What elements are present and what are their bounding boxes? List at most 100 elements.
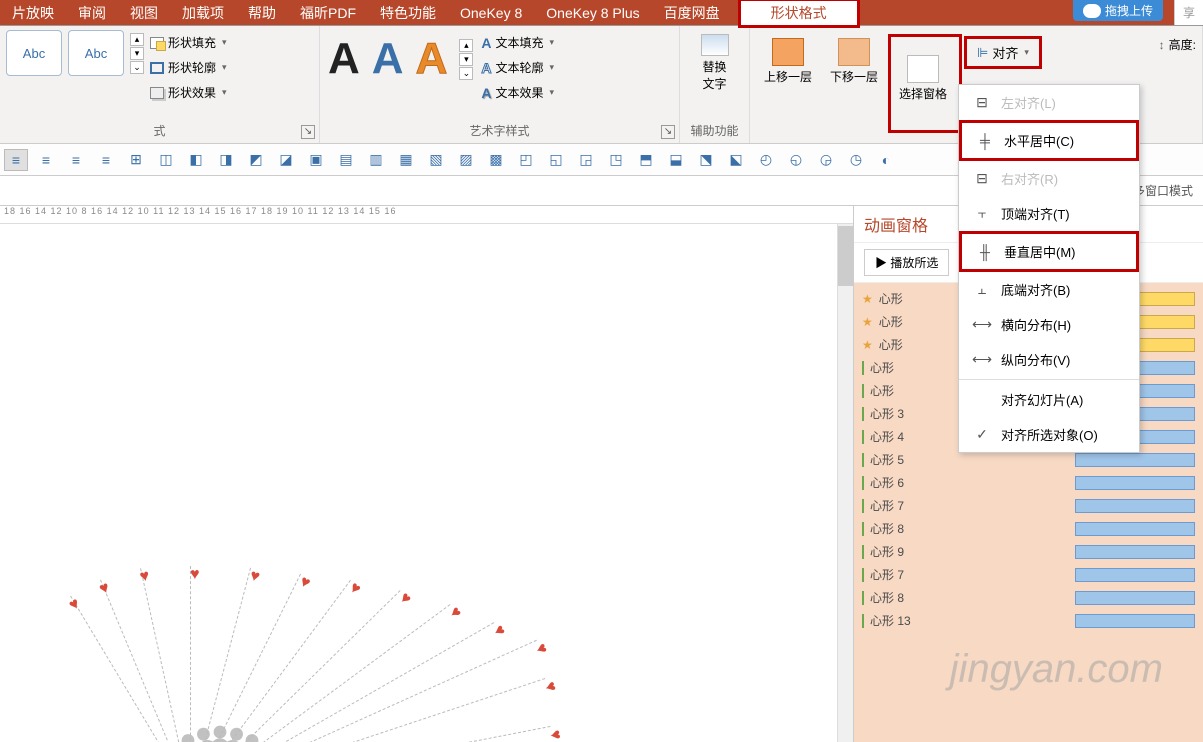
heart-shape[interactable]: ♥ <box>545 729 564 742</box>
animation-item[interactable]: 心形 8 <box>854 586 1203 609</box>
text-outline-button[interactable]: A文本轮廓▾ <box>481 57 554 78</box>
wordart-preset-3[interactable]: A <box>416 34 448 84</box>
tool-align-center[interactable]: ≡ <box>34 149 58 171</box>
shape-effects-button[interactable]: 形状效果▾ <box>150 82 227 103</box>
align-to-slide[interactable]: 对齐幻灯片(A) <box>959 382 1139 417</box>
drag-upload-button[interactable]: 拖拽上传 <box>1073 0 1163 21</box>
tool-22[interactable]: ⬓ <box>664 149 688 171</box>
shape-outline-button[interactable]: 形状轮廓▾ <box>150 57 227 78</box>
gallery-up-icon[interactable]: ▴ <box>130 33 144 46</box>
wordart-preset-2[interactable]: A <box>372 34 404 84</box>
tab-slideshow[interactable]: 片放映 <box>0 0 66 27</box>
tool-21[interactable]: ⬒ <box>634 149 658 171</box>
shape-fill-button[interactable]: 形状填充▾ <box>150 32 227 53</box>
align-top[interactable]: ⫟顶端对齐(T) <box>959 196 1139 231</box>
tool-10[interactable]: ▣ <box>304 149 328 171</box>
alt-text-button[interactable]: 替换 文字 <box>693 30 737 96</box>
tab-shape-format[interactable]: 形状格式 <box>738 0 860 28</box>
anim-timeline-bar[interactable] <box>1075 614 1195 628</box>
gallery-down-icon[interactable]: ▾ <box>459 53 473 66</box>
animation-item[interactable]: 心形 8 <box>854 517 1203 540</box>
distribute-h[interactable]: ⟷横向分布(H) <box>959 307 1139 342</box>
tool-5[interactable]: ◫ <box>154 149 178 171</box>
tool-20[interactable]: ◳ <box>604 149 628 171</box>
anim-timeline-bar[interactable] <box>1075 499 1195 513</box>
scrollbar-vertical[interactable] <box>837 224 853 742</box>
tab-review[interactable]: 审阅 <box>66 0 118 27</box>
tab-onekey8[interactable]: OneKey 8 <box>448 1 534 25</box>
tab-foxit[interactable]: 福昕PDF <box>288 0 368 27</box>
wordart-preset-1[interactable]: A <box>328 34 360 84</box>
animation-item[interactable]: 心形 6 <box>854 471 1203 494</box>
tool-7[interactable]: ◨ <box>214 149 238 171</box>
align-to-selected[interactable]: ✓对齐所选对象(O) <box>959 417 1139 452</box>
align-left[interactable]: ⊟左对齐(L) <box>959 85 1139 120</box>
selection-pane-button[interactable]: 选择窗格 <box>899 55 947 102</box>
anim-timeline-bar[interactable] <box>1075 568 1195 582</box>
tool-16[interactable]: ▩ <box>484 149 508 171</box>
start-with-prev-icon <box>862 522 864 536</box>
style-preset-1[interactable]: Abc <box>6 30 62 76</box>
tool-14[interactable]: ▧ <box>424 149 448 171</box>
tab-addins[interactable]: 加载项 <box>170 0 236 27</box>
anim-timeline-bar[interactable] <box>1075 591 1195 605</box>
tool-align-left[interactable]: ≡ <box>4 149 28 171</box>
anim-timeline-bar[interactable] <box>1075 545 1195 559</box>
heart-shape[interactable]: ♥ <box>540 680 560 695</box>
align-center-h[interactable]: ╪水平居中(C) <box>959 120 1139 161</box>
play-selected-button[interactable]: ▶ 播放所选 <box>864 249 949 276</box>
align-middle-v[interactable]: ╫垂直居中(M) <box>959 231 1139 272</box>
mandala-cluster[interactable] <box>140 716 300 742</box>
tool-18[interactable]: ◱ <box>544 149 568 171</box>
scroll-thumb[interactable] <box>838 226 853 286</box>
align-bottom[interactable]: ⫠底端对齐(B) <box>959 272 1139 307</box>
text-fill-icon: A <box>481 35 491 51</box>
animation-item[interactable]: 心形 7 <box>854 494 1203 517</box>
tool-19[interactable]: ◲ <box>574 149 598 171</box>
send-backward-button[interactable]: 下移一层 <box>822 34 886 89</box>
anim-timeline-bar[interactable] <box>1075 522 1195 536</box>
tab-onekey8plus[interactable]: OneKey 8 Plus <box>534 1 651 25</box>
tab-baidu[interactable]: 百度网盘 <box>652 0 732 27</box>
tool-15[interactable]: ▨ <box>454 149 478 171</box>
style-preset-2[interactable]: Abc <box>68 30 124 76</box>
wordart-gallery[interactable]: A A A ▴ ▾ ⌄ <box>326 30 475 88</box>
tab-special[interactable]: 特色功能 <box>368 0 448 27</box>
gallery-down-icon[interactable]: ▾ <box>130 47 144 60</box>
tool-8[interactable]: ◩ <box>244 149 268 171</box>
tool-23[interactable]: ⬔ <box>694 149 718 171</box>
anim-timeline-bar[interactable] <box>1075 453 1195 467</box>
tool-6[interactable]: ◧ <box>184 149 208 171</box>
tool-17[interactable]: ◰ <box>514 149 538 171</box>
distribute-v[interactable]: ⟷纵向分布(V) <box>959 342 1139 377</box>
tool-align-justify[interactable]: ≡ <box>94 149 118 171</box>
text-effects-button[interactable]: A文本效果▾ <box>481 82 554 103</box>
share-button[interactable]: 享 <box>1174 0 1203 25</box>
tool-12[interactable]: ▥ <box>364 149 388 171</box>
tool-9[interactable]: ◪ <box>274 149 298 171</box>
animation-item[interactable]: 心形 13 <box>854 609 1203 632</box>
tab-view[interactable]: 视图 <box>118 0 170 27</box>
tool-align-right[interactable]: ≡ <box>64 149 88 171</box>
tab-help[interactable]: 帮助 <box>236 0 288 27</box>
gallery-more-icon[interactable]: ⌄ <box>130 61 144 74</box>
gallery-up-icon[interactable]: ▴ <box>459 39 473 52</box>
align-button[interactable]: ⊫ 对齐 ▾ <box>964 36 1042 69</box>
heart-shape[interactable]: ♥ <box>190 566 200 584</box>
wordart-launcher[interactable]: ↘ <box>661 125 675 139</box>
gallery-more-icon[interactable]: ⌄ <box>459 67 473 80</box>
animation-item[interactable]: 心形 9 <box>854 540 1203 563</box>
animation-item[interactable]: 心形 7 <box>854 563 1203 586</box>
heart-shape[interactable]: ♥ <box>531 641 551 657</box>
tool-24[interactable]: ⬕ <box>724 149 748 171</box>
tool-11[interactable]: ▤ <box>334 149 358 171</box>
tool-grid[interactable]: ⊞ <box>124 149 148 171</box>
anim-timeline-bar[interactable] <box>1075 476 1195 490</box>
shape-style-gallery[interactable]: Abc Abc ▴ ▾ ⌄ <box>6 30 144 76</box>
tool-13[interactable]: ▦ <box>394 149 418 171</box>
text-fill-button[interactable]: A文本填充▾ <box>481 32 554 53</box>
shape-style-launcher[interactable]: ↘ <box>301 125 315 139</box>
align-right[interactable]: ⊟右对齐(R) <box>959 161 1139 196</box>
bring-forward-button[interactable]: 上移一层 <box>756 34 820 89</box>
slide-canvas[interactable]: 18 16 14 12 10 8 16 14 12 10 11 12 13 14… <box>0 206 853 742</box>
